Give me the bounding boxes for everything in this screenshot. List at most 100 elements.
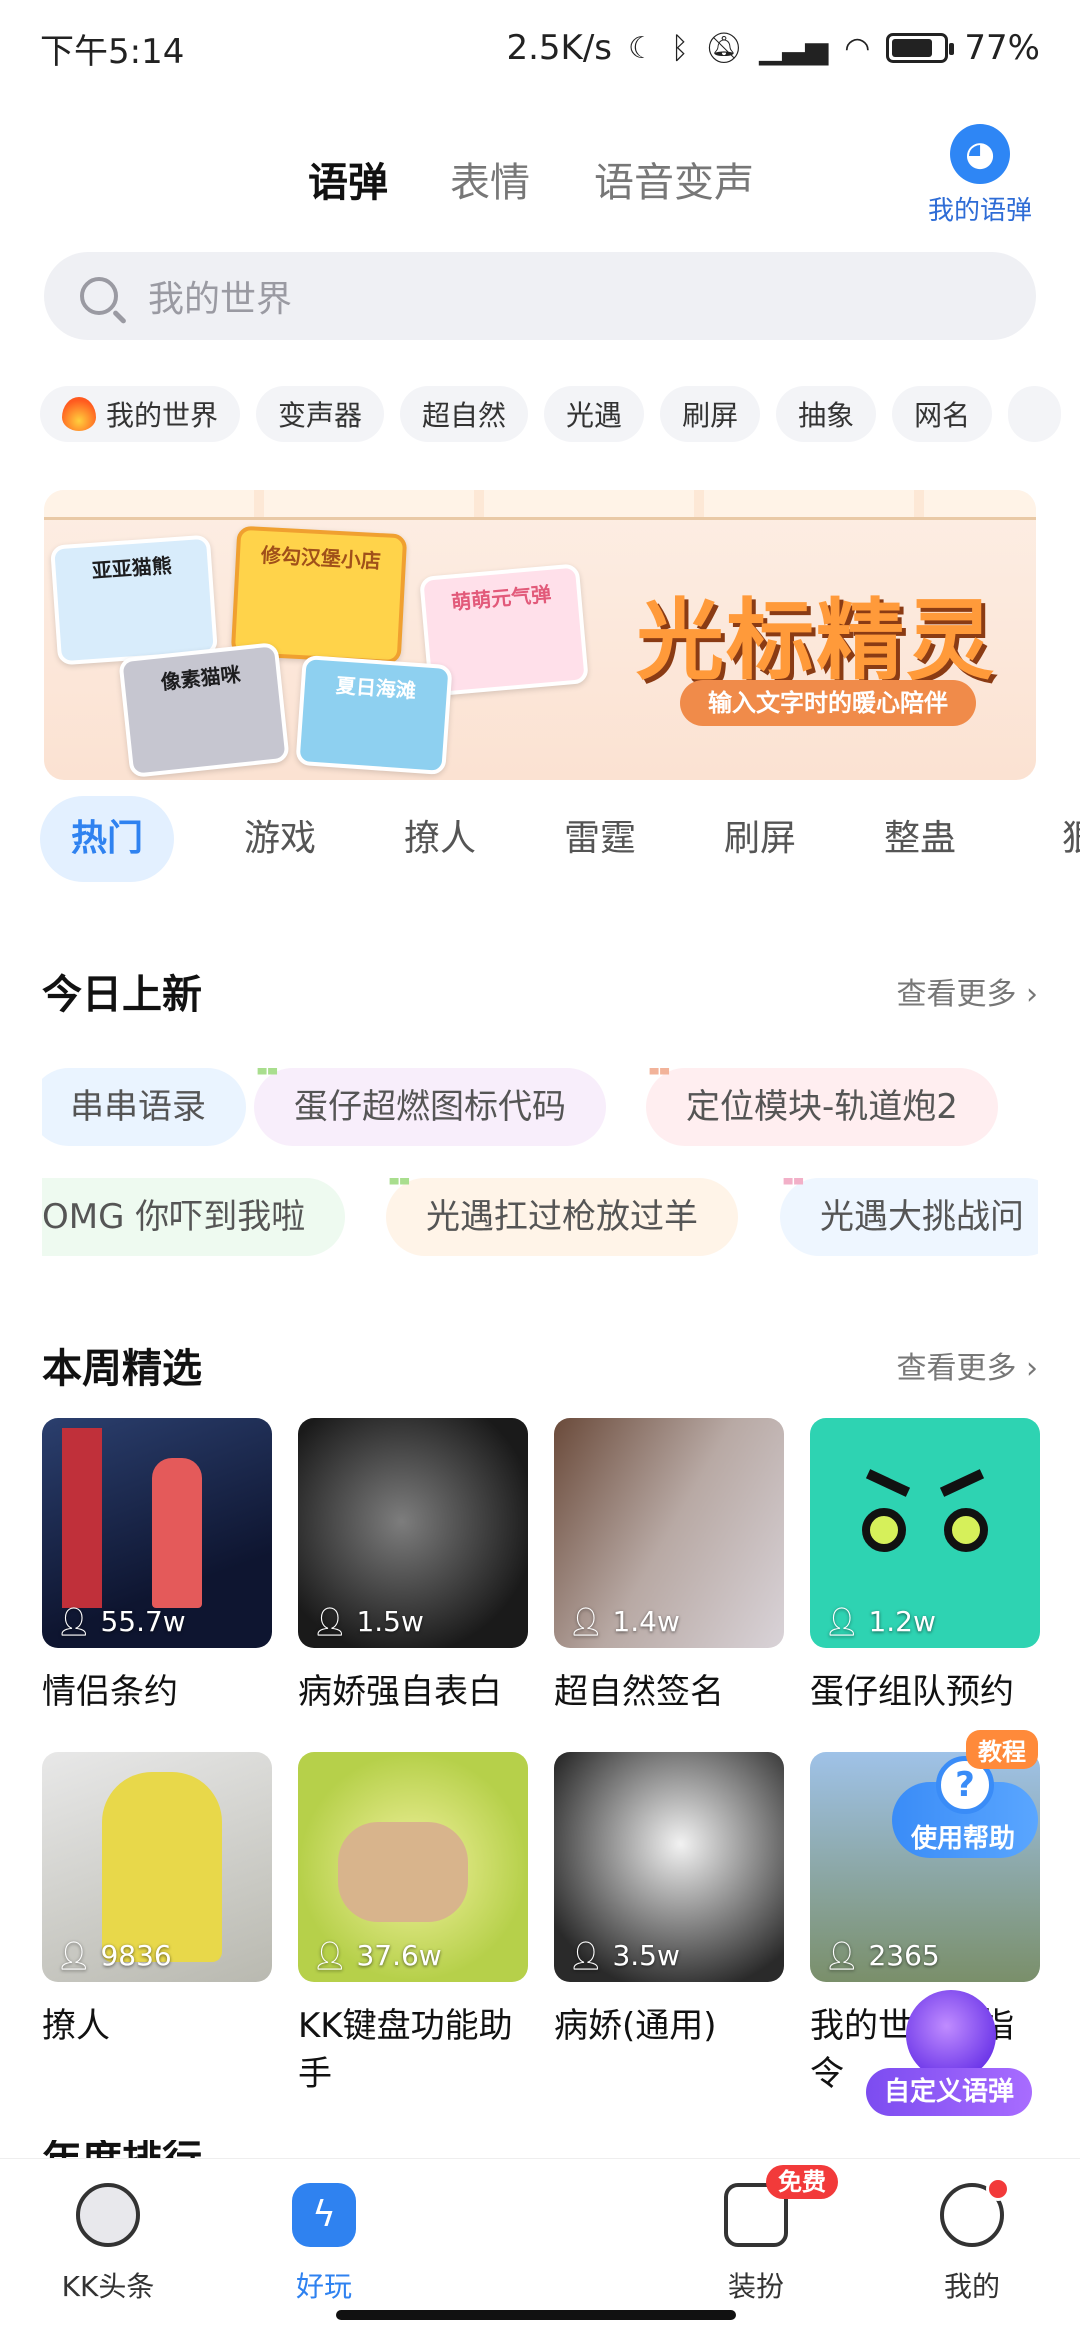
next-section-title: 年度排行 [42, 2140, 202, 2158]
network-speed: 2.5K/s [506, 28, 613, 68]
quote-row-1: 串串语录 ❝ 蛋仔超燃图标代码 ❝ 定位模块-轨道炮2 [42, 1068, 1038, 1148]
tile-label: 撩人 [42, 2006, 110, 2046]
chip[interactable]: 刷屏 [660, 386, 761, 442]
nav-dress-up[interactable]: 免费 装扮 [686, 2165, 838, 2305]
quote-pill[interactable]: ❝ 光遇扛过枪放过羊 [386, 1178, 738, 1256]
user-count: 👤︎ 1.4w [568, 1605, 680, 1638]
top-tabs: 语弹 表情 语音变声 [0, 140, 1080, 220]
tab-label: 语音变声 [594, 160, 754, 206]
shirt-icon: 免费 [724, 2165, 838, 2247]
home-indicator [336, 2310, 736, 2320]
chip-partial[interactable] [1008, 386, 1062, 442]
battery-percent: 77% [964, 28, 1040, 68]
tab-label: 表情 [450, 160, 530, 206]
tile-image: 👤︎ 1.5w [298, 1418, 528, 1648]
cat-tab[interactable]: 雷霆 [520, 796, 680, 882]
lightning-icon: ϟ [292, 2183, 356, 2247]
wifi-icon: ◠ [844, 30, 871, 66]
quote-pill[interactable]: ❝ 蛋仔超燃图标代码 [254, 1068, 606, 1146]
tile-image: 👤︎ 1.4w [554, 1418, 784, 1648]
weekly-tile[interactable]: 👤︎ 55.7w 情侣条约 [42, 1418, 272, 1716]
promo-banner[interactable]: 亚亚猫熊 修勾汉堡小店 萌萌元气弹 像素猫咪 夏日海滩 光标精灵 输入文字时的暖… [44, 490, 1036, 780]
quote-mark-icon: ❝ [254, 1068, 280, 1103]
tab-voice-change[interactable]: 语音变声 [594, 150, 754, 208]
user-count: 👤︎ 9836 [56, 1939, 172, 1972]
planet-icon [76, 2183, 140, 2247]
section-title: 本周精选 [42, 1346, 202, 1392]
banner-awning [44, 490, 1036, 520]
cat-tab[interactable]: 狠 [1000, 796, 1080, 882]
weekly-header: 本周精选 查看更多 › [42, 1336, 1038, 1394]
banner-title: 光标精灵 [635, 589, 996, 692]
nav-kk-news[interactable]: KK头条 [38, 2183, 178, 2305]
nav-mine[interactable]: 我的 [902, 2177, 1042, 2305]
quote-pill[interactable]: ❝ 光遇大挑战问 [780, 1178, 1038, 1256]
chip[interactable]: 抽象 [776, 386, 877, 442]
status-time: 下午5:14 [40, 31, 185, 72]
voice-bubble-icon: ◕ [950, 124, 1010, 184]
ghost-icon [940, 2177, 1010, 2247]
banner-card: 亚亚猫熊 [50, 534, 218, 666]
see-more-link[interactable]: 查看更多 › [896, 969, 1038, 1013]
tile-label: 蛋仔组队预约 [810, 1672, 1014, 1712]
user-count: 👤︎ 55.7w [56, 1605, 186, 1638]
today-new-header: 今日上新 查看更多 › [42, 962, 1038, 1020]
tab-label: 语弹 [308, 160, 388, 206]
weekly-tile[interactable]: 👤︎ 1.5w 病娇强自表白 [298, 1418, 528, 1716]
weekly-tile[interactable]: 👤︎ 1.2w 蛋仔组队预约 [810, 1418, 1040, 1716]
banner-card: 像素猫咪 [118, 641, 290, 779]
custom-label: 自定义语弹 [866, 2068, 1032, 2116]
user-count: 👤︎ 1.2w [824, 1605, 936, 1638]
quote-pill[interactable]: OMG 你吓到我啦 [42, 1178, 346, 1256]
chip-label: 网名 [914, 399, 971, 432]
tab-yudan[interactable]: 语弹 [308, 150, 388, 210]
cat-tab[interactable]: 刷屏 [680, 796, 840, 882]
tile-image: 👤︎ 37.6w [298, 1752, 528, 1982]
battery-icon [886, 33, 955, 63]
user-count: 👤︎ 1.5w [312, 1605, 424, 1638]
chip-label: 我的世界 [106, 399, 219, 432]
chip[interactable]: 网名 [892, 386, 993, 442]
chip[interactable]: 光遇 [544, 386, 645, 442]
free-badge: 免费 [766, 2165, 838, 2199]
section-title: 今日上新 [42, 972, 202, 1018]
my-voice-button[interactable]: ◕ 我的语弹 [920, 124, 1040, 227]
search-icon [80, 277, 118, 315]
help-floating-button[interactable]: ? 教程 使用帮助 [888, 1730, 1038, 1868]
weekly-tile[interactable]: 👤︎ 37.6w KK键盘功能助手 [298, 1752, 528, 2098]
chip-label: 光遇 [566, 399, 623, 432]
tile-image: 👤︎ 1.2w [810, 1418, 1040, 1648]
weekly-tile[interactable]: 👤︎ 9836 撩人 [42, 1752, 272, 2050]
chip[interactable]: 超自然 [400, 386, 529, 442]
category-tabs: 热门 游戏 撩人 雷霆 刷屏 整蛊 狠 [40, 796, 1080, 882]
user-count: 👤︎ 2365 [824, 1939, 940, 1972]
flame-icon [62, 397, 96, 431]
tile-label: KK键盘功能助手 [298, 2006, 513, 2094]
see-more-link[interactable]: 查看更多 › [896, 1343, 1038, 1387]
cat-tab[interactable]: 整蛊 [840, 796, 1000, 882]
quote-mark-icon: ❝ [386, 1178, 412, 1213]
custom-yudan-button[interactable]: 自定义语弹 [866, 1990, 1032, 2120]
chip-minecraft[interactable]: 我的世界 [40, 386, 241, 442]
weekly-tile[interactable]: 👤︎ 1.4w 超自然签名 [554, 1418, 784, 1716]
search-placeholder: 我的世界 [148, 279, 293, 320]
tile-label: 病娇强自表白 [298, 1672, 502, 1712]
cat-tab[interactable]: 撩人 [360, 796, 520, 882]
banner-card: 夏日海滩 [295, 654, 453, 776]
quote-pill[interactable]: ❝ 定位模块-轨道炮2 [646, 1068, 998, 1146]
nav-label: 我的 [943, 2270, 1000, 2303]
help-label: 使用帮助 [910, 1824, 1015, 1854]
quote-pill[interactable]: 串串语录 [42, 1068, 246, 1146]
chip-label: 刷屏 [682, 399, 739, 432]
nav-fun[interactable]: ϟ 好玩 [254, 2183, 394, 2305]
chip[interactable]: 变声器 [256, 386, 385, 442]
cat-tab-hot[interactable]: 热门 [40, 796, 174, 882]
nav-label: 装扮 [727, 2270, 784, 2303]
status-bar: 下午5:14 2.5K/s ☾ ᛒ 🔕︎ ▁▃▅ ◠ 77% [0, 0, 1080, 96]
weekly-tile[interactable]: 👤︎ 3.5w 病娇(通用) [554, 1752, 784, 2050]
tile-label: 超自然签名 [554, 1672, 724, 1712]
my-voice-label: 我的语弹 [927, 196, 1032, 226]
search-bar[interactable]: 我的世界 [44, 252, 1036, 340]
cat-tab[interactable]: 游戏 [200, 796, 360, 882]
tab-emoji[interactable]: 表情 [450, 150, 530, 208]
